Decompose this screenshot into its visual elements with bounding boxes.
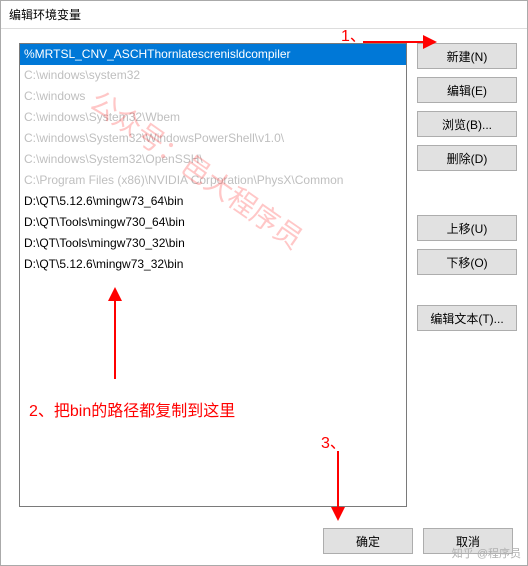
button-sidebar: 新建(N) 编辑(E) 浏览(B)... 删除(D) 上移(U) 下移(O) 编… xyxy=(407,43,517,507)
ok-button[interactable]: 确定 xyxy=(323,528,413,554)
move-up-button[interactable]: 上移(U) xyxy=(417,215,517,241)
move-down-button[interactable]: 下移(O) xyxy=(417,249,517,275)
client-area: %MRTSL_CNV_ASCHThornlatescrenisldcompile… xyxy=(1,29,527,517)
edit-text-button[interactable]: 编辑文本(T)... xyxy=(417,305,517,331)
new-button[interactable]: 新建(N) xyxy=(417,43,517,69)
edit-button[interactable]: 编辑(E) xyxy=(417,77,517,103)
dialog-footer: 确定 取消 xyxy=(1,517,527,565)
titlebar[interactable]: 编辑环境变量 xyxy=(1,1,527,29)
env-var-dialog: 编辑环境变量 %MRTSL_CNV_ASCHThornlatescrenisld… xyxy=(0,0,528,566)
browse-button[interactable]: 浏览(B)... xyxy=(417,111,517,137)
list-item[interactable]: D:\QT\Tools\mingw730_64\bin xyxy=(20,212,406,233)
list-item[interactable]: C:\windows xyxy=(20,86,406,107)
path-list[interactable]: %MRTSL_CNV_ASCHThornlatescrenisldcompile… xyxy=(19,43,407,507)
list-item[interactable]: C:\windows\System32\OpenSSH\ xyxy=(20,149,406,170)
list-item[interactable]: D:\QT\5.12.6\mingw73_64\bin xyxy=(20,191,406,212)
list-item[interactable]: C:\windows\system32 xyxy=(20,65,406,86)
list-item[interactable]: %MRTSL_CNV_ASCHThornlatescrenisldcompile… xyxy=(20,44,406,65)
list-item[interactable]: D:\QT\5.12.6\mingw73_32\bin xyxy=(20,254,406,275)
list-item[interactable]: C:\windows\System32\Wbem xyxy=(20,107,406,128)
delete-button[interactable]: 删除(D) xyxy=(417,145,517,171)
list-item[interactable]: C:\Program Files (x86)\NVIDIA Corporatio… xyxy=(20,170,406,191)
titlebar-text: 编辑环境变量 xyxy=(9,6,81,23)
list-item[interactable]: D:\QT\Tools\mingw730_32\bin xyxy=(20,233,406,254)
list-item[interactable]: C:\windows\System32\WindowsPowerShell\v1… xyxy=(20,128,406,149)
cancel-button[interactable]: 取消 xyxy=(423,528,513,554)
